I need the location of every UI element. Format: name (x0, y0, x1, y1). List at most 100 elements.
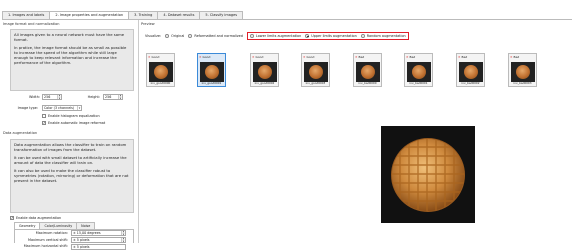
augmentation-heading: Data augmentation (3, 131, 38, 135)
vshift-spin-icon[interactable]: ▲ ▼ (121, 238, 125, 242)
waffle-thumbnail (459, 62, 483, 82)
image-type-value: Color (3 channels) (44, 106, 75, 110)
height-field[interactable]: 256 ▲ ▼ (103, 94, 123, 100)
card-header: ✕ Good (147, 54, 174, 60)
tab-divider (2, 19, 572, 20)
max-hshift-label: Maximum horizontal shift: (23, 244, 68, 248)
tab-classify-images[interactable]: 5. Classify images (199, 11, 244, 19)
max-hshift-field[interactable]: ± 5 pixels (71, 244, 126, 250)
card-label: Good (202, 55, 211, 59)
checkbox-checked-icon: ✓ (42, 121, 46, 125)
radio-icon (188, 34, 193, 38)
card-header: ✕ Good (302, 54, 329, 60)
close-icon[interactable]: ✕ (148, 55, 151, 59)
large-preview-image (381, 126, 475, 223)
option-lower-limits[interactable]: Lower limits augmentation (249, 34, 301, 38)
width-field[interactable]: 256 ▲ ▼ (42, 94, 62, 100)
subtab-geometry[interactable]: Geometry (14, 222, 41, 229)
card-filename: inv_bad0002 (461, 81, 480, 85)
format-info-1: All images given to a neural network mus… (14, 32, 125, 42)
augmentation-info-3: It can also be used to make the classifi… (14, 168, 129, 183)
close-icon[interactable]: ✕ (252, 55, 255, 59)
max-rotation-field[interactable]: ± 15,00 degrees ▲ ▼ (71, 230, 126, 236)
card-filename: inv_bad0001 (409, 81, 428, 85)
enable-augmentation-checkbox[interactable]: ✓ Enable data augmentation (10, 216, 61, 220)
preview-card-selected[interactable]: ✕ Good inv_good0001 (197, 53, 226, 87)
card-filename: inv_bad0003 (513, 81, 532, 85)
tab-images-labels[interactable]: 1. Images and labels (2, 11, 51, 19)
tab-dataset-results[interactable]: 4. Dataset results (157, 11, 201, 19)
max-vshift-value: ± 5 pixels (73, 238, 90, 242)
card-header: ✕ Bad (509, 54, 536, 60)
preview-card[interactable]: ✕ Good inv_good0000 (146, 53, 175, 87)
waffle-thumbnail (149, 62, 173, 82)
card-filename: inv_good0000 (150, 81, 171, 85)
card-header: ✕ Bad (405, 54, 432, 60)
hist-eq-label: Enable histogram equalization (48, 114, 100, 118)
option-random-label: Random augmentation (366, 34, 406, 38)
main-tabs: 1. Images and labels 2. Image properties… (2, 11, 244, 20)
card-label: Good (306, 55, 315, 59)
height-spin-icon[interactable]: ▲ ▼ (118, 95, 122, 99)
option-random[interactable]: Random augmentation (360, 34, 406, 38)
option-original[interactable]: Original (165, 34, 184, 38)
card-label: Bad (409, 55, 416, 59)
close-icon[interactable]: ✕ (303, 55, 306, 59)
option-upper-limits-label: Upper limits augmentation (311, 34, 357, 38)
radio-icon (165, 34, 170, 38)
card-label: Bad (513, 55, 520, 59)
close-icon[interactable]: ✕ (458, 55, 461, 59)
option-reformatted-label: Reformatted and normalized (194, 34, 243, 38)
width-spin-icon[interactable]: ▲ ▼ (57, 95, 61, 99)
card-header: ✕ Good (251, 54, 278, 60)
enable-augmentation-label: Enable data augmentation (16, 216, 62, 220)
format-info-box: All images given to a neural network mus… (10, 29, 134, 91)
radio-icon (360, 34, 365, 38)
rotation-spin-icon[interactable]: ▲ ▼ (121, 231, 125, 235)
radio-selected-icon (305, 34, 310, 38)
card-header: ✕ Bad (354, 54, 381, 60)
preview-card[interactable]: ✕ Good inv_good0002 (250, 53, 279, 87)
waffle-thumbnail (253, 62, 277, 82)
format-heading: Image format and normalization (3, 22, 60, 26)
card-filename: inv_good0001 (201, 81, 222, 85)
preview-card[interactable]: ✕ Bad inv_bad0000 (353, 53, 382, 87)
auto-reformat-checkbox[interactable]: ✓ Enable automatic image reformat (42, 121, 105, 125)
close-icon[interactable]: ✕ (199, 55, 202, 59)
visualize-label: Visualize: (145, 34, 162, 38)
card-filename: inv_good0003 (305, 81, 326, 85)
augmentation-info-2: It can be used with small dataset to art… (14, 155, 127, 165)
visualize-options: Visualize: Original Reformatted and norm… (145, 32, 409, 40)
preview-card[interactable]: ✕ Bad inv_bad0002 (456, 53, 485, 87)
hist-eq-checkbox[interactable]: Enable histogram equalization (42, 114, 100, 118)
max-rotation-value: ± 15,00 degrees (73, 231, 101, 235)
close-icon[interactable]: ✕ (510, 55, 513, 59)
preview-card[interactable]: ✕ Bad inv_bad0003 (508, 53, 537, 87)
option-reformatted[interactable]: Reformatted and normalized (188, 34, 243, 38)
preview-heading: Preview (141, 22, 155, 26)
tab-training[interactable]: 3. Training (128, 11, 159, 19)
image-type-select[interactable]: Color (3 channels) ▾ (42, 105, 82, 111)
preview-card[interactable]: ✕ Bad inv_bad0001 (404, 53, 433, 87)
option-upper-limits[interactable]: Upper limits augmentation (305, 34, 357, 38)
width-value: 256 (44, 95, 51, 99)
waffle-thumbnail (356, 62, 380, 82)
augmentation-info-1: Data augmentation allows the classifier … (14, 142, 127, 152)
option-original-label: Original (171, 34, 185, 38)
max-rotation-label: Maximum rotation: (35, 231, 68, 235)
augmentation-options-highlight: Lower limits augmentation Upper limits a… (246, 32, 409, 40)
checkbox-icon (42, 114, 46, 118)
panel-divider (138, 20, 139, 243)
card-header: ✕ Bad (457, 54, 484, 60)
subtab-color-luminosity[interactable]: Color/Luminosity (39, 222, 78, 229)
max-vshift-field[interactable]: ± 5 pixels ▲ ▼ (71, 237, 126, 243)
image-type-label: Image type: (17, 106, 38, 110)
card-label: Bad (461, 55, 468, 59)
augmentation-info-box: Data augmentation allows the classifier … (10, 139, 134, 213)
close-icon[interactable]: ✕ (406, 55, 409, 59)
subtab-noise[interactable]: Noise (76, 222, 96, 229)
waffle-thumbnail (304, 62, 328, 82)
auto-reformat-label: Enable automatic image reformat (48, 121, 106, 125)
close-icon[interactable]: ✕ (355, 55, 358, 59)
preview-card[interactable]: ✕ Good inv_good0003 (301, 53, 330, 87)
